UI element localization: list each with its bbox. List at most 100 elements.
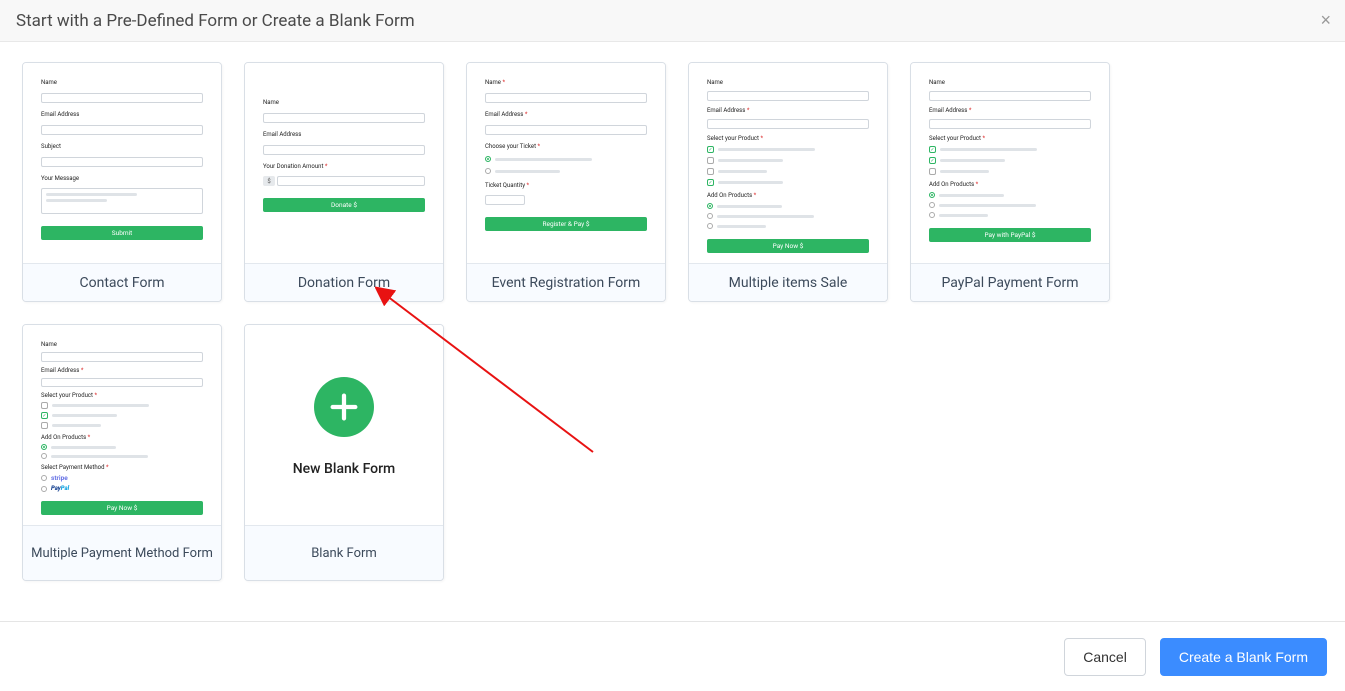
template-card-grid: Name Email Address Subject Your Message …	[22, 62, 1323, 581]
field-label: Add On Products	[929, 181, 1091, 188]
amount-input: $	[263, 176, 425, 186]
card-title: PayPal Payment Form	[911, 263, 1109, 301]
radio-option	[485, 168, 647, 174]
close-icon: ×	[1320, 10, 1331, 30]
checkbox-option	[707, 157, 869, 164]
input-placeholder	[41, 352, 203, 362]
field-label: Email Address	[929, 107, 1091, 114]
input-placeholder	[41, 157, 203, 167]
field-label: Subject	[41, 143, 203, 150]
payment-option-paypal: PayPal	[41, 485, 203, 492]
field-label: Add On Products	[41, 434, 203, 441]
checkbox-option	[41, 402, 203, 409]
input-placeholder	[263, 145, 425, 155]
field-label: Your Message	[41, 175, 203, 182]
template-card-multiple-items[interactable]: Name Email Address Select your Product ✓…	[688, 62, 888, 302]
field-label: Email Address	[41, 111, 203, 118]
field-label: Email Address	[263, 131, 425, 138]
card-preview: Name Email Address Select your Product ✓…	[911, 63, 1109, 263]
field-label: Name	[485, 79, 647, 86]
modal-footer: Cancel Create a Blank Form	[0, 621, 1345, 691]
card-preview: New Blank Form	[245, 325, 443, 525]
modal-title: Start with a Pre-Defined Form or Create …	[16, 11, 415, 31]
checkbox-option: ✓	[707, 146, 869, 153]
field-label: Select your Product	[929, 135, 1091, 142]
checkbox-option	[707, 168, 869, 175]
radio-option	[929, 192, 1091, 198]
checkbox-option: ✓	[929, 146, 1091, 153]
field-label: Select your Product	[41, 392, 203, 399]
input-placeholder	[485, 93, 647, 103]
field-label: Select Payment Method	[41, 464, 203, 471]
preview-submit-button: Donate $	[263, 198, 425, 212]
currency-icon: $	[263, 176, 275, 186]
preview-submit-button: Pay with PayPal $	[929, 228, 1091, 242]
modal-header: Start with a Pre-Defined Form or Create …	[0, 0, 1345, 42]
card-title: Contact Form	[23, 263, 221, 301]
textarea-placeholder	[41, 188, 203, 214]
card-title: Blank Form	[245, 525, 443, 580]
input-placeholder	[263, 113, 425, 123]
card-preview: Name Email Address Your Donation Amount …	[245, 63, 443, 263]
form-template-modal: Start with a Pre-Defined Form or Create …	[0, 0, 1345, 691]
modal-body: Name Email Address Subject Your Message …	[0, 42, 1345, 621]
input-placeholder	[707, 119, 869, 129]
radio-option	[929, 202, 1091, 208]
card-preview: Name Email Address Select your Product ✓…	[689, 63, 887, 263]
radio-option	[707, 203, 869, 209]
cancel-button[interactable]: Cancel	[1064, 638, 1146, 676]
field-label: Your Donation Amount	[263, 163, 425, 170]
radio-option	[41, 453, 203, 459]
card-title: Event Registration Form	[467, 263, 665, 301]
field-label: Name	[41, 79, 203, 86]
input-placeholder	[929, 91, 1091, 101]
field-label: Name	[929, 79, 1091, 86]
field-label: Email Address	[707, 107, 869, 114]
card-title: Multiple Payment Method Form	[23, 525, 221, 580]
radio-option	[707, 213, 869, 219]
field-label: Name	[263, 99, 425, 106]
card-title: Donation Form	[245, 263, 443, 301]
blank-preview: New Blank Form	[263, 339, 425, 515]
checkbox-option: ✓	[929, 157, 1091, 164]
radio-option	[485, 156, 647, 162]
input-placeholder	[707, 91, 869, 101]
payment-option-stripe: stripe	[41, 474, 203, 482]
preview-submit-button: Register & Pay $	[485, 217, 647, 231]
checkbox-option: ✓	[707, 179, 869, 186]
field-label: Email Address	[485, 111, 647, 118]
field-label: Ticket Quantity	[485, 182, 647, 189]
preview-submit-button: Pay Now $	[707, 239, 869, 253]
template-card-donation[interactable]: Name Email Address Your Donation Amount …	[244, 62, 444, 302]
card-title: Multiple items Sale	[689, 263, 887, 301]
radio-option	[41, 444, 203, 450]
radio-option	[707, 223, 869, 229]
card-preview: Name Email Address Subject Your Message …	[23, 63, 221, 263]
close-button[interactable]: ×	[1320, 10, 1331, 31]
new-blank-label: New Blank Form	[293, 461, 395, 477]
input-placeholder	[41, 378, 203, 388]
field-label: Add On Products	[707, 192, 869, 199]
template-card-paypal[interactable]: Name Email Address Select your Product ✓…	[910, 62, 1110, 302]
plus-icon	[314, 377, 374, 437]
input-placeholder	[929, 119, 1091, 129]
input-placeholder	[41, 125, 203, 135]
card-preview: Name Email Address Choose your Ticket Ti…	[467, 63, 665, 263]
qty-input	[485, 195, 525, 205]
checkbox-option	[41, 422, 203, 429]
field-label: Email Address	[41, 367, 203, 374]
card-preview: Name Email Address Select your Product ✓…	[23, 325, 221, 525]
input-placeholder	[485, 125, 647, 135]
radio-option	[929, 212, 1091, 218]
field-label: Name	[707, 79, 869, 86]
template-card-multipay[interactable]: Name Email Address Select your Product ✓…	[22, 324, 222, 581]
checkbox-option	[929, 168, 1091, 175]
field-label: Choose your Ticket	[485, 143, 647, 150]
template-card-blank[interactable]: New Blank Form Blank Form	[244, 324, 444, 581]
create-blank-form-button[interactable]: Create a Blank Form	[1160, 638, 1327, 676]
template-card-contact[interactable]: Name Email Address Subject Your Message …	[22, 62, 222, 302]
input-placeholder	[41, 93, 203, 103]
preview-submit-button: Submit	[41, 226, 203, 240]
template-card-event[interactable]: Name Email Address Choose your Ticket Ti…	[466, 62, 666, 302]
preview-submit-button: Pay Now $	[41, 501, 203, 515]
